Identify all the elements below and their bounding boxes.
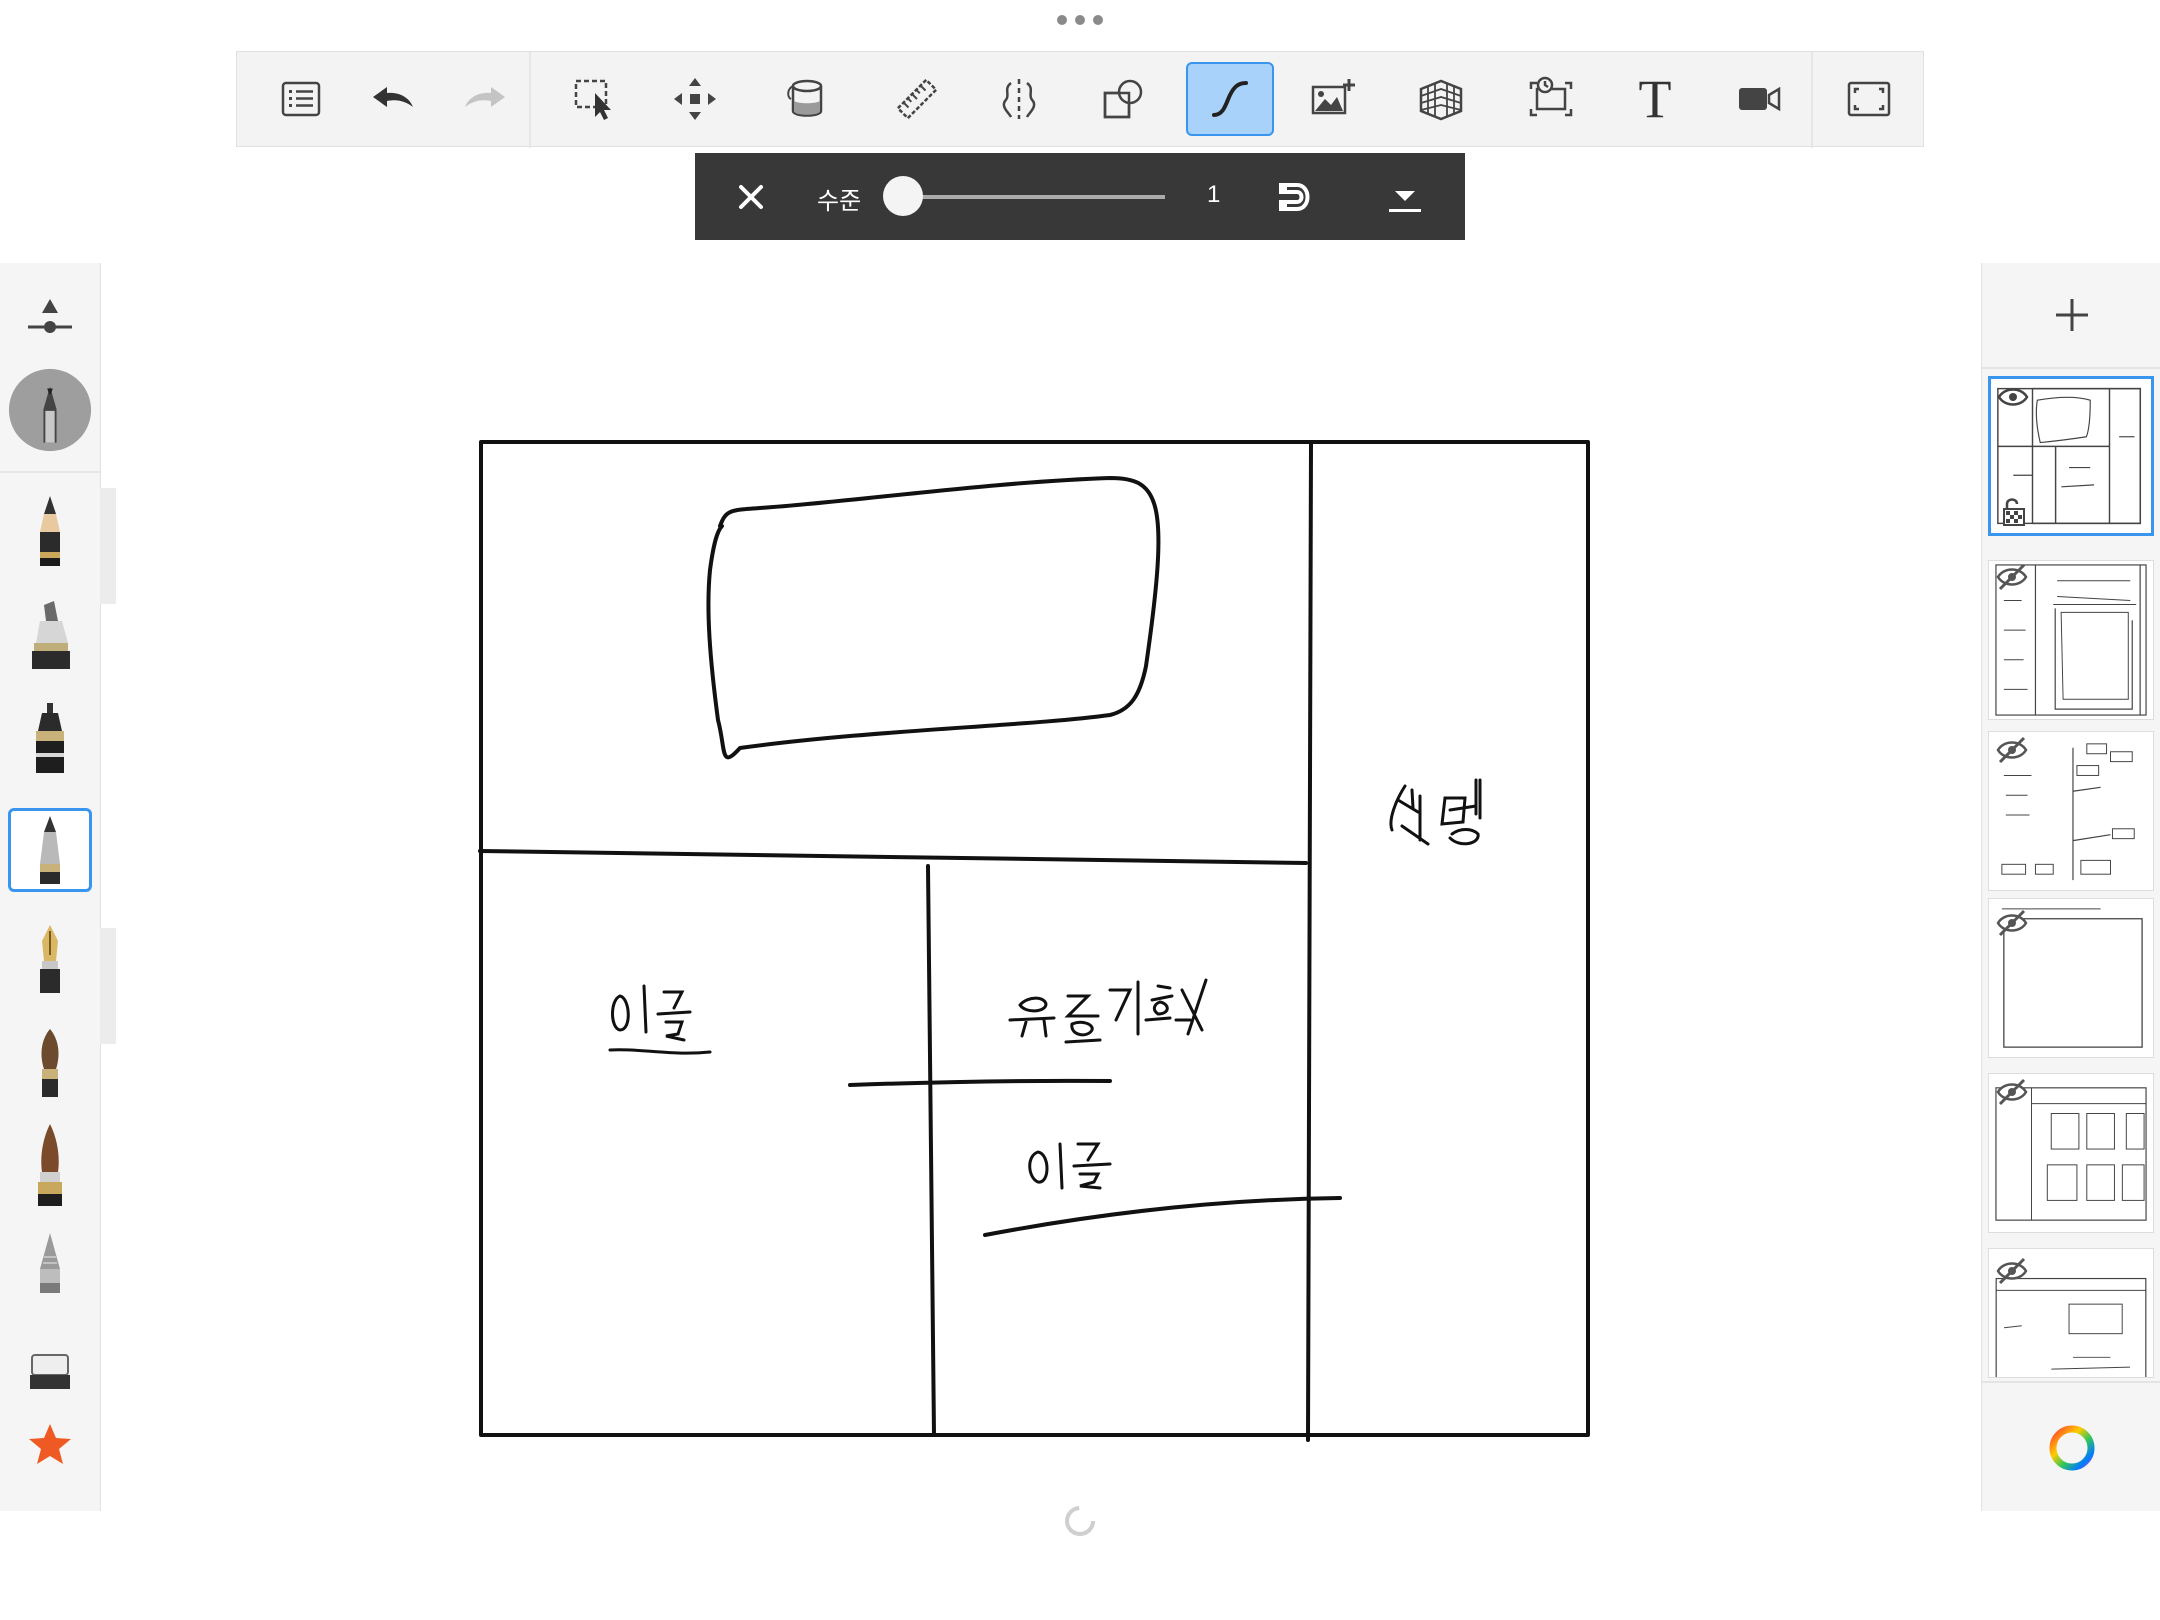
marker-brush[interactable] <box>8 595 92 679</box>
symmetry-button[interactable] <box>975 62 1063 136</box>
stroke-icon <box>1212 81 1248 117</box>
paint-bucket-icon <box>787 79 823 117</box>
level-slider-knob[interactable] <box>883 176 923 216</box>
ballpoint-brush[interactable] <box>8 808 92 892</box>
layers-list-button[interactable] <box>257 62 345 136</box>
marker-icon <box>32 601 70 669</box>
layer-thumbnail[interactable] <box>1988 376 2154 536</box>
airbrush-icon <box>40 1233 60 1293</box>
text-button[interactable]: T <box>1611 62 1699 136</box>
shapes-icon <box>1103 79 1143 119</box>
timelapse-button[interactable] <box>1507 62 1595 136</box>
close-icon[interactable] <box>731 177 771 217</box>
pencil-icon <box>40 496 60 566</box>
ruler-button[interactable] <box>873 62 961 136</box>
ruler-icon <box>896 78 938 120</box>
add-layer-button[interactable] <box>1982 263 2160 369</box>
layer-thumbnail[interactable] <box>1988 731 2154 891</box>
eraser-icon <box>30 1354 70 1389</box>
video-icon <box>1739 86 1781 112</box>
hidden-eye-icon[interactable] <box>1995 909 2029 937</box>
list-icon <box>281 81 321 117</box>
selection-icon <box>574 79 611 120</box>
stroke-options-bar: 수준 1 <box>695 153 1465 240</box>
layer-thumbnail[interactable] <box>1988 560 2154 720</box>
magnet-icon[interactable] <box>1275 177 1315 217</box>
perspective-button[interactable] <box>1397 62 1485 136</box>
hidden-eye-icon[interactable] <box>1995 563 2029 591</box>
transform-button[interactable] <box>651 62 739 136</box>
chevron-down-icon[interactable] <box>1385 179 1425 219</box>
timelapse-icon <box>1529 76 1573 117</box>
undo-icon <box>373 87 413 107</box>
main-toolbar: T <box>236 51 1924 148</box>
favorites-button[interactable] <box>8 1403 92 1487</box>
brush-palette <box>0 263 116 1511</box>
paint-brush-icon <box>38 1124 62 1206</box>
move-icon <box>674 78 716 120</box>
paint-brush[interactable] <box>8 1123 92 1207</box>
plus-icon <box>2055 299 2088 331</box>
color-wheel-icon <box>2049 1425 2094 1471</box>
pencil-brush[interactable] <box>8 488 92 572</box>
record-button[interactable] <box>1715 62 1803 136</box>
level-slider[interactable] <box>900 195 1165 199</box>
redo-button[interactable] <box>441 62 529 136</box>
shapes-button[interactable] <box>1079 62 1167 136</box>
ink-pen-brush[interactable] <box>8 697 92 781</box>
undo-button[interactable] <box>349 62 437 136</box>
layer-thumbnail[interactable] <box>1988 1248 2154 1378</box>
round-brush-icon <box>41 1029 59 1097</box>
eraser-brush[interactable] <box>8 1327 92 1411</box>
star-icon <box>29 1424 71 1464</box>
color-picker-button[interactable] <box>1982 1381 2160 1513</box>
fill-button[interactable] <box>763 62 851 136</box>
predictive-stroke-button[interactable] <box>1186 62 1274 136</box>
opacity-slider-icon <box>28 299 72 333</box>
symmetry-icon <box>1002 79 1036 119</box>
redo-icon <box>465 87 505 107</box>
layers-panel <box>1981 263 2160 1511</box>
fullscreen-icon <box>1847 81 1891 117</box>
hidden-eye-icon[interactable] <box>1995 1078 2029 1106</box>
image-add-icon <box>1311 79 1355 115</box>
hidden-eye-icon[interactable] <box>1995 1257 2029 1285</box>
round-brush[interactable] <box>8 1021 92 1105</box>
text-icon: T <box>1638 69 1672 129</box>
current-brush-button[interactable] <box>8 368 92 452</box>
level-value: 1 <box>1207 181 1221 208</box>
layer-thumbnail[interactable] <box>1988 898 2154 1058</box>
ballpoint-icon <box>40 816 60 884</box>
fountain-pen-brush[interactable] <box>8 917 92 1001</box>
import-image-button[interactable] <box>1289 62 1377 136</box>
fountain-pen-icon <box>40 925 60 993</box>
hidden-eye-icon[interactable] <box>1995 736 2029 764</box>
more-options-handle[interactable] <box>1054 8 1106 32</box>
visibility-eye-icon[interactable] <box>1997 385 2029 409</box>
perspective-grid-icon <box>1419 79 1463 121</box>
ballpoint-pen-icon <box>8 368 92 452</box>
opacity-size-control[interactable] <box>8 277 92 361</box>
airbrush-brush[interactable] <box>8 1225 92 1309</box>
ink-pen-icon <box>36 703 64 773</box>
level-label: 수준 <box>817 188 862 215</box>
drawing-canvas[interactable] <box>470 430 1600 1450</box>
loading-spinner-icon <box>1065 1506 1095 1536</box>
layer-thumbnail[interactable] <box>1988 1073 2154 1233</box>
select-button[interactable] <box>551 62 639 136</box>
unlock-icon[interactable] <box>2001 497 2027 527</box>
fullscreen-button[interactable] <box>1825 62 1913 136</box>
